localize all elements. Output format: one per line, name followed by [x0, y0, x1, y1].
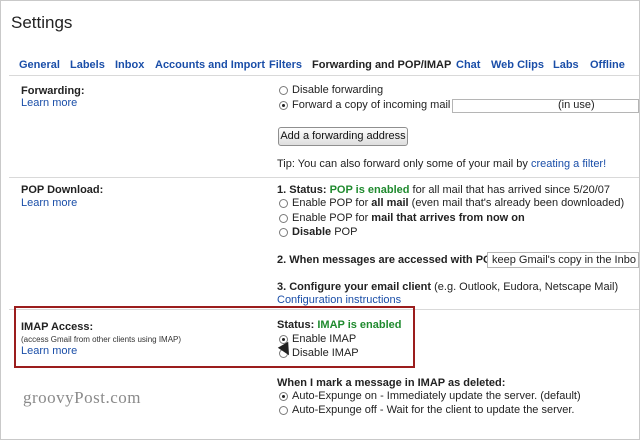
tab-offline[interactable]: Offline [590, 59, 625, 71]
pop-all-mail-post: (even mail that's already been downloade… [411, 197, 625, 209]
disable-forwarding-label: Disable forwarding [292, 84, 384, 96]
disable-imap-label: Disable IMAP [292, 347, 359, 359]
pop-enabled-text: POP is enabled [329, 184, 410, 196]
configuration-instructions-link[interactable]: Configuration instructions [277, 294, 401, 306]
pop-disable-bold: Disable [292, 226, 332, 238]
imap-status-prefix: Status: [277, 319, 315, 331]
pop-status: 1. Status: POP is enabled for all mail t… [277, 184, 610, 196]
configure-client-label: 3. Configure your email client [277, 281, 432, 293]
tab-forwarding-pop-imap[interactable]: Forwarding and POP/IMAP [312, 59, 451, 71]
divider [9, 177, 639, 178]
watermark: groovyPost.com [23, 388, 141, 407]
pop-disable-label: Disable POP [292, 226, 357, 238]
pop-download-label: POP Download: [21, 184, 104, 196]
forwarding-address-field[interactable] [452, 99, 639, 113]
imap-learn-more-link[interactable]: Learn more [21, 345, 77, 357]
pop-all-mail-radio[interactable] [279, 199, 288, 208]
tab-chat[interactable]: Chat [456, 59, 480, 71]
forwarding-tip: Tip: You can also forward only some of y… [277, 158, 606, 170]
forward-copy-label: Forward a copy of incoming mail to [292, 99, 463, 111]
page-title: Settings [11, 13, 73, 32]
tab-accounts-and-import[interactable]: Accounts and Import [155, 59, 265, 71]
pop-access-label: 2. When messages are accessed with POP [277, 254, 499, 266]
pop-learn-more-link[interactable]: Learn more [21, 197, 77, 209]
tab-general[interactable]: General [19, 59, 60, 71]
imap-access-sublabel: (access Gmail from other clients using I… [21, 335, 182, 344]
create-filter-link[interactable]: creating a filter! [531, 158, 606, 170]
auto-expunge-off-radio[interactable] [279, 406, 288, 415]
pop-from-now-bold: mail that arrives from now on [371, 212, 525, 224]
tab-labs[interactable]: Labs [553, 59, 579, 71]
configure-client: 3. Configure your email client (e.g. Out… [277, 281, 618, 293]
auto-expunge-off-label: Auto-Expunge off - Wait for the client t… [292, 404, 575, 416]
imap-enabled-text: IMAP is enabled [317, 319, 402, 331]
pop-from-now-pre: Enable POP for [292, 212, 369, 224]
add-forwarding-address-button[interactable]: Add a forwarding address [278, 127, 408, 146]
forwarding-learn-more-link[interactable]: Learn more [21, 97, 77, 109]
settings-window: Settings General Labels Inbox Accounts a… [0, 0, 640, 440]
pop-all-mail-label: Enable POP for all mail (even mail that'… [292, 197, 624, 209]
pop-all-mail-pre: Enable POP for [292, 197, 369, 209]
pop-status-prefix: 1. Status: [277, 184, 327, 196]
imap-status: Status: IMAP is enabled [277, 319, 402, 331]
auto-expunge-on-radio[interactable] [279, 392, 288, 401]
pop-from-now-label: Enable POP for mail that arrives from no… [292, 212, 525, 224]
auto-expunge-on-label: Auto-Expunge on - Immediately update the… [292, 390, 581, 402]
pop-access-select-value: keep Gmail's copy in the Inbo [492, 254, 636, 266]
configure-client-note: (e.g. Outlook, Eudora, Netscape Mail) [434, 281, 619, 293]
disable-forwarding-radio[interactable] [279, 86, 288, 95]
tip-text: Tip: You can also forward only some of y… [277, 158, 528, 170]
pop-disable-post: POP [334, 226, 358, 238]
in-use-label: (in use) [558, 99, 595, 111]
tab-filters[interactable]: Filters [269, 59, 302, 71]
tab-labels[interactable]: Labels [70, 59, 105, 71]
pop-from-now-radio[interactable] [279, 214, 288, 223]
imap-access-label: IMAP Access: [21, 321, 94, 333]
forward-copy-radio[interactable] [279, 101, 288, 110]
forwarding-label: Forwarding: [21, 85, 85, 97]
enable-imap-label: Enable IMAP [292, 333, 357, 345]
pop-all-mail-bold: all mail [371, 197, 409, 209]
pop-status-suffix: for all mail that has arrived since 5/20… [412, 184, 611, 196]
pop-disable-radio[interactable] [279, 228, 288, 237]
tab-web-clips[interactable]: Web Clips [491, 59, 544, 71]
tab-inbox[interactable]: Inbox [115, 59, 144, 71]
divider [9, 75, 639, 76]
imap-deleted-heading: When I mark a message in IMAP as deleted… [277, 377, 506, 389]
settings-tabs: General Labels Inbox Accounts and Import… [1, 57, 639, 73]
